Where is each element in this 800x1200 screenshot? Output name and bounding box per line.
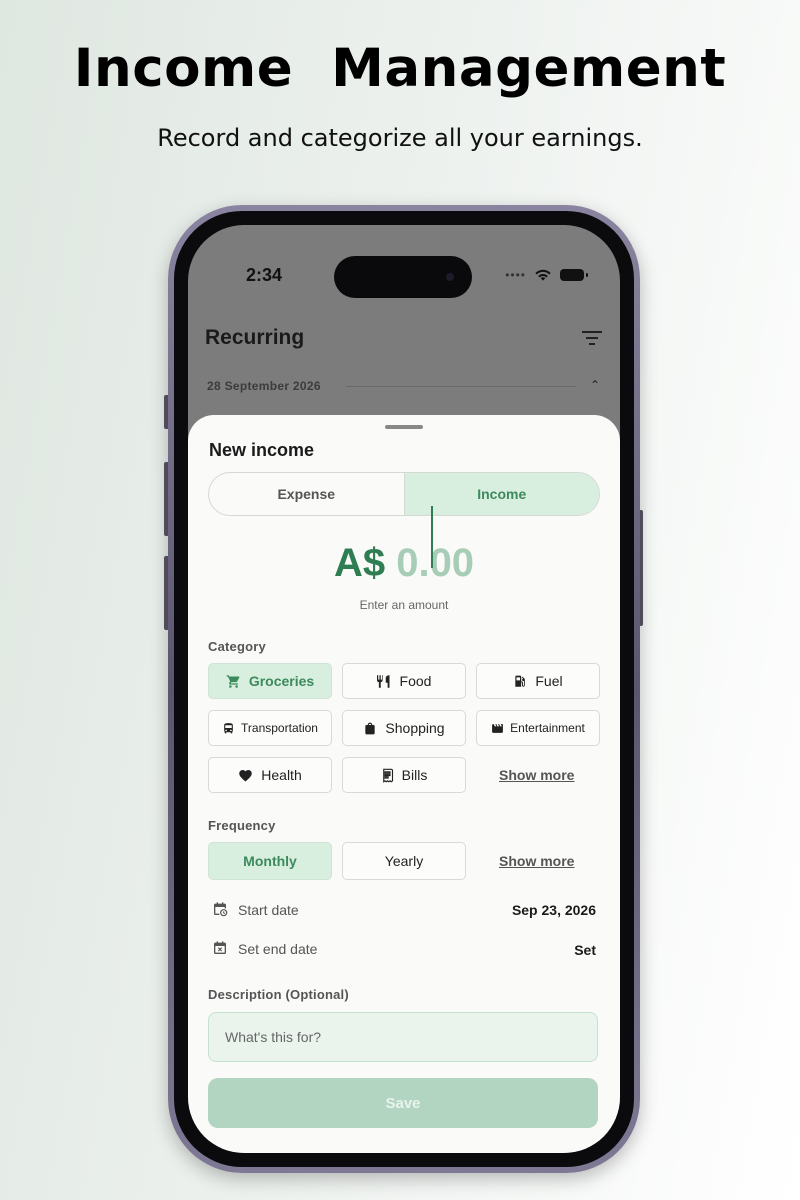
category-bills[interactable]: Bills — [342, 757, 466, 793]
category-shopping[interactable]: Shopping — [342, 710, 466, 746]
chevron-up-icon[interactable]: ⌃ — [590, 378, 600, 392]
clapperboard-icon — [492, 723, 504, 733]
category-chip-label: Food — [399, 673, 432, 689]
receipt-icon — [382, 768, 393, 783]
frequency-label: Frequency — [208, 818, 276, 833]
category-chip-label: Bills — [401, 767, 428, 783]
end-date-label: Set end date — [238, 941, 318, 957]
shopping-bag-icon — [365, 722, 376, 734]
category-chip-label: Shopping — [385, 720, 445, 736]
category-groceries[interactable]: Groceries — [208, 663, 332, 699]
sheet-title: New income — [209, 440, 315, 460]
calendar-clock-icon — [214, 902, 228, 917]
frequency-show-more[interactable]: Show more — [499, 853, 574, 869]
recurring-title: Recurring — [205, 326, 305, 349]
category-entertainment[interactable]: Entertainment — [476, 710, 600, 746]
description-input[interactable] — [208, 1012, 598, 1062]
category-chip-label: Fuel — [535, 673, 563, 689]
text-caret — [431, 506, 433, 568]
category-show-more[interactable]: Show more — [499, 767, 574, 783]
phone-frame: 2:34 •••• Recurring 28 September 2026 ⌃ … — [168, 205, 640, 1173]
category-chip-label: Groceries — [248, 673, 315, 689]
category-chip-label: Health — [261, 767, 302, 783]
date-group-header: 28 September 2026 — [207, 379, 321, 393]
calendar-x-icon — [214, 941, 226, 954]
amount-display[interactable]: A$ 0.00 — [188, 541, 620, 586]
frequency-monthly[interactable]: Monthly — [208, 842, 332, 880]
description-label: Description (Optional) — [208, 987, 349, 1002]
set-end-date-button[interactable]: Set — [574, 942, 596, 958]
new-income-sheet: New income Expense Income A$ 0.00 Enter … — [188, 415, 620, 1153]
signal-icon: •••• — [505, 268, 526, 282]
heart-icon — [239, 770, 253, 782]
hero-subtitle: Record and categorize all your earnings. — [157, 124, 643, 152]
cart-icon — [226, 674, 240, 688]
bus-icon — [224, 722, 233, 733]
category-transportation[interactable]: Transportation — [208, 710, 332, 746]
filter-icon[interactable] — [581, 329, 603, 347]
fuel-icon — [515, 675, 526, 687]
date-divider — [346, 386, 576, 387]
start-date-value[interactable]: Sep 23, 2026 — [512, 902, 596, 918]
battery-icon — [560, 269, 588, 281]
category-label: Category — [208, 639, 266, 654]
cutlery-icon — [376, 674, 390, 688]
save-button[interactable]: Save — [208, 1078, 598, 1128]
hero-title: Income Management — [73, 38, 727, 99]
wifi-icon — [535, 269, 551, 281]
category-fuel[interactable]: Fuel — [476, 663, 600, 699]
category-chip-label: Entertainment — [510, 721, 585, 735]
camera-dot — [446, 273, 454, 281]
dynamic-island — [334, 256, 472, 298]
phone-screen: 2:34 •••• Recurring 28 September 2026 ⌃ … — [188, 225, 620, 1153]
drag-handle[interactable] — [385, 425, 423, 429]
amount-hint: Enter an amount — [359, 598, 449, 612]
toggle-expense[interactable]: Expense — [209, 473, 404, 515]
start-date-label: Start date — [238, 902, 299, 918]
status-icons: •••• — [505, 268, 588, 282]
frequency-yearly[interactable]: Yearly — [342, 842, 466, 880]
status-time: 2:34 — [246, 265, 283, 285]
amount-value: 0.00 — [396, 541, 475, 585]
type-toggle: Expense Income — [208, 472, 600, 516]
category-chip-label: Transportation — [241, 721, 318, 735]
category-health[interactable]: Health — [208, 757, 332, 793]
category-food[interactable]: Food — [342, 663, 466, 699]
currency-symbol: A$ — [333, 541, 386, 585]
